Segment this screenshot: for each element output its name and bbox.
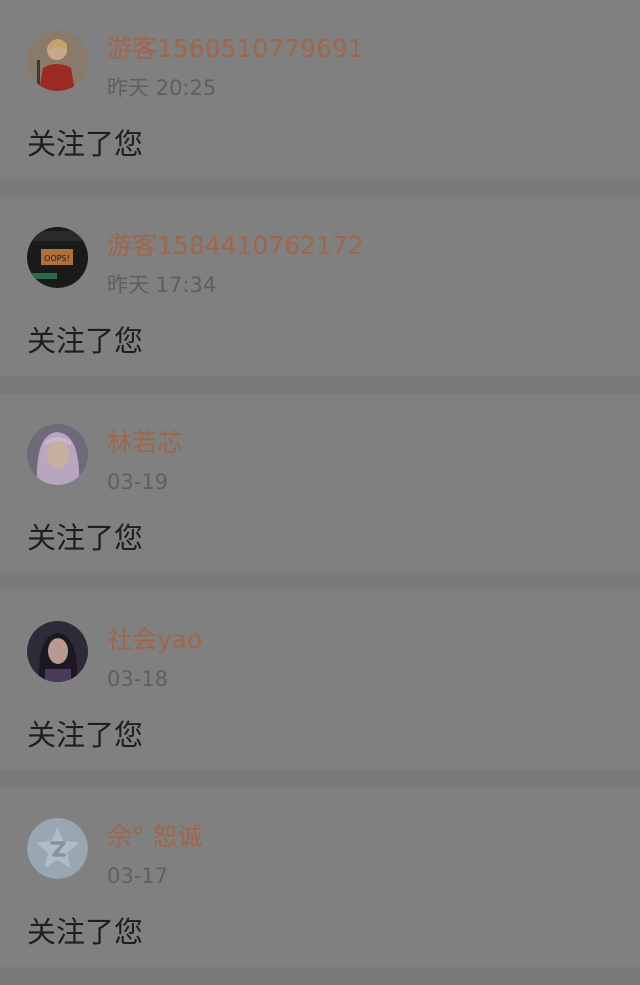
notification-message: 关注了您 (27, 915, 144, 949)
notification-item[interactable]: 林若芯 03-19 关注了您 (0, 394, 640, 573)
avatar[interactable] (27, 30, 88, 91)
notification-message: 关注了您 (27, 521, 144, 555)
user-name[interactable]: 游客1560510779691 (107, 32, 364, 66)
timestamp: 昨天 17:34 (107, 273, 217, 297)
avatar[interactable]: OOPS! (27, 227, 88, 288)
avatar[interactable] (27, 424, 88, 485)
notification-message: 关注了您 (27, 127, 144, 161)
timestamp: 03-19 (107, 470, 169, 494)
notification-item[interactable]: 佘° 恕诚 03-17 关注了您 (0, 788, 640, 967)
notification-item[interactable]: OOPS! 游客1584410762172 昨天 17:34 关注了您 (0, 197, 640, 376)
timestamp: 昨天 20:25 (107, 76, 217, 100)
notification-message: 关注了您 (27, 324, 144, 358)
avatar[interactable] (27, 818, 88, 879)
notification-message: 关注了您 (27, 718, 144, 752)
user-name[interactable]: 社会yao (107, 623, 202, 657)
user-name[interactable]: 佘° 恕诚 (107, 820, 202, 854)
notification-item[interactable]: 社会yao 03-18 关注了您 (0, 591, 640, 770)
notification-item[interactable]: 游客1560510779691 昨天 20:25 关注了您 (0, 0, 640, 179)
user-name[interactable]: 林若芯 (107, 426, 182, 460)
timestamp: 03-17 (107, 864, 169, 888)
notification-list: 游客1560510779691 昨天 20:25 关注了您 OOPS! 游客15… (0, 0, 640, 985)
avatar-sign-oops-icon: OOPS! (27, 227, 88, 288)
avatar-photo-purple-hair-icon (27, 424, 88, 485)
timestamp: 03-18 (107, 667, 169, 691)
avatar[interactable] (27, 621, 88, 682)
avatar-photo-dark-portrait-icon (27, 621, 88, 682)
user-name[interactable]: 游客1584410762172 (107, 229, 364, 263)
avatar-sign-text: OOPS! (44, 254, 70, 263)
avatar-default-qq-star-icon (27, 818, 88, 879)
avatar-photo-red-outfit-icon (27, 30, 88, 91)
